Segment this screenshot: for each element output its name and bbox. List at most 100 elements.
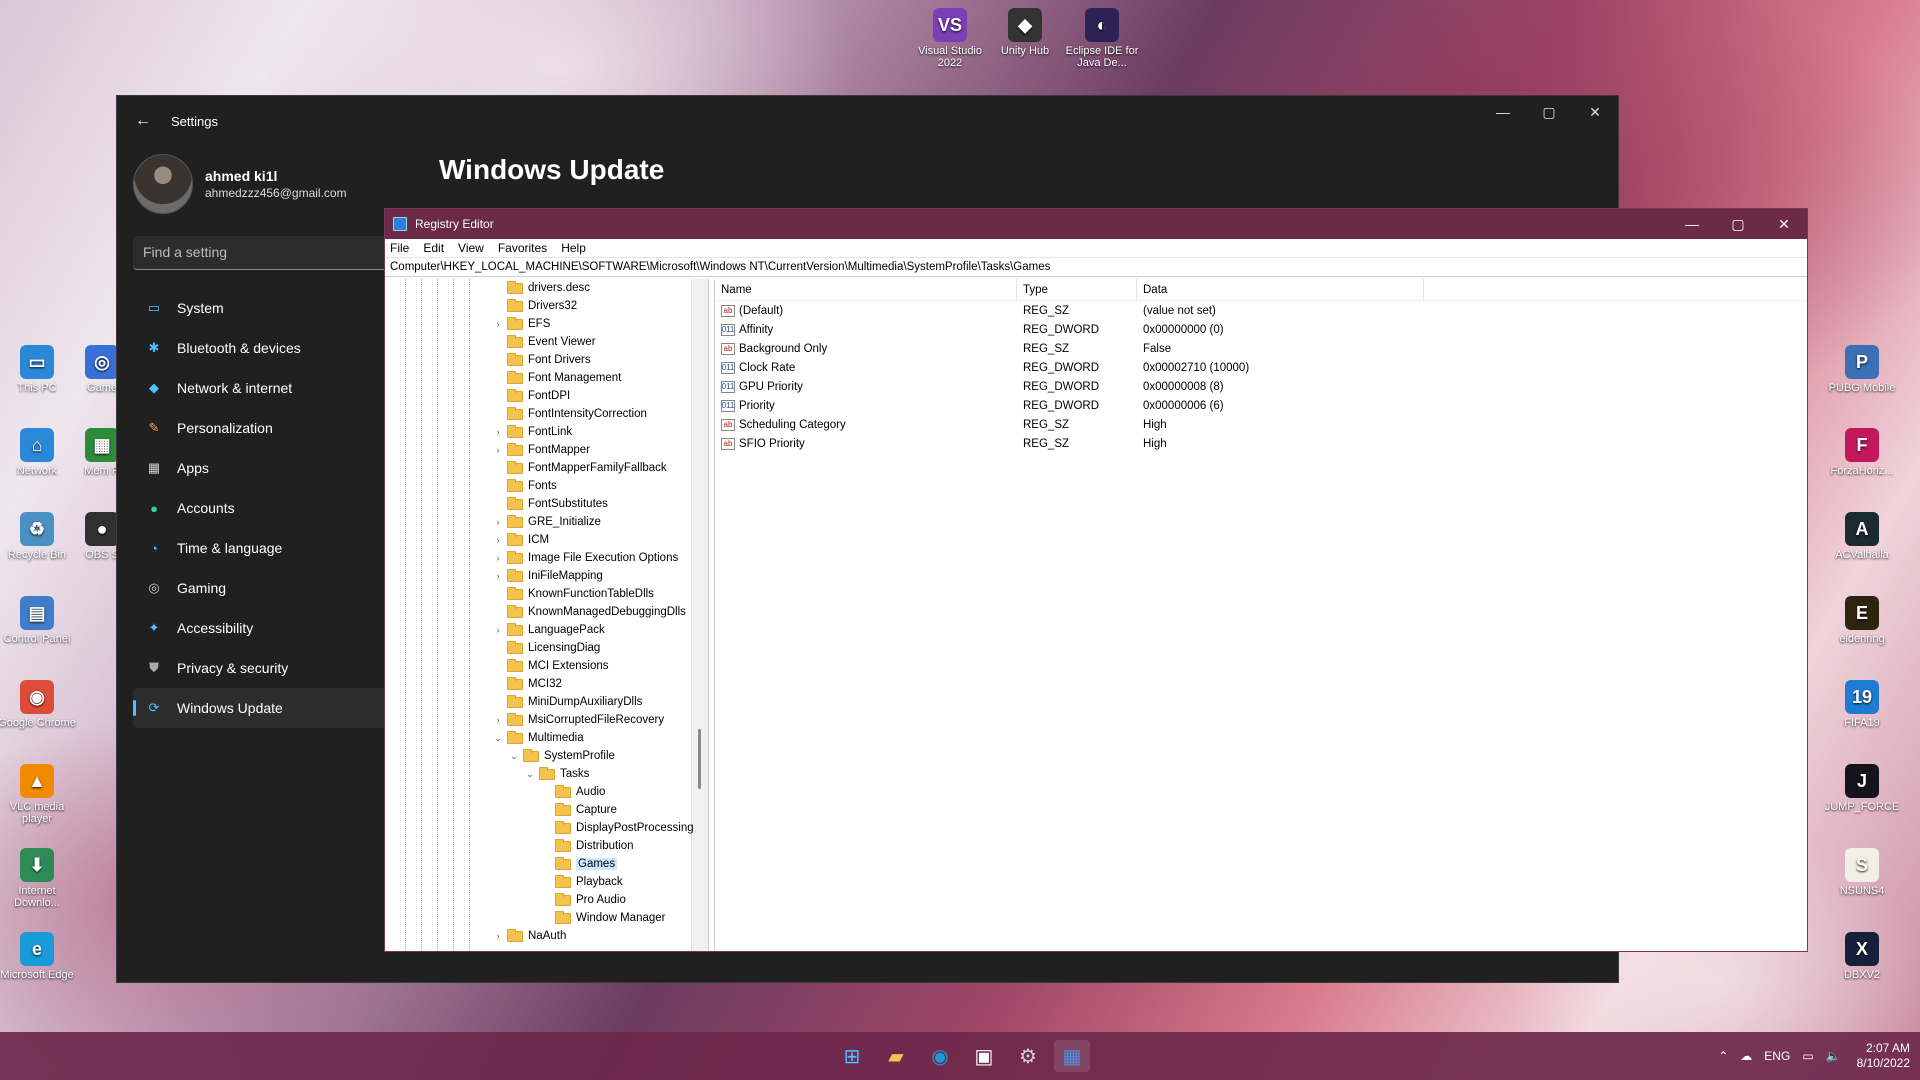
close-icon[interactable]: ✕ (1761, 209, 1807, 239)
minimize-icon[interactable]: — (1669, 209, 1715, 239)
language-indicator[interactable]: ENG (1764, 1049, 1790, 1063)
value-row[interactable]: 011 Affinity REG_DWORD 0x00000000 (0) (715, 320, 1807, 339)
nav-item-windows-update[interactable]: ⟳ Windows Update (133, 688, 395, 728)
expand-chevron-icon[interactable]: › (492, 625, 504, 635)
desktop-icon[interactable]: ◐ Eclipse IDE for Java De... (1062, 8, 1142, 69)
edge-button[interactable]: ◉ (922, 1040, 958, 1072)
desktop-icon[interactable]: e Microsoft Edge (0, 932, 77, 981)
tree-item[interactable]: Pro Audio (540, 891, 626, 909)
nav-item-personalization[interactable]: ✎ Personalization (133, 408, 395, 448)
back-arrow-icon[interactable]: ← (135, 112, 151, 130)
expand-chevron-icon[interactable]: › (492, 571, 504, 581)
tree-item[interactable]: › FontLink (492, 423, 572, 441)
tree-item[interactable]: › NaAuth (492, 927, 566, 945)
value-row[interactable]: ab SFIO Priority REG_SZ High (715, 434, 1807, 453)
nav-item-time-language[interactable]: ◔ Time & language (133, 528, 395, 568)
tree-item[interactable]: › MsiCorruptedFileRecovery (492, 711, 664, 729)
desktop-icon[interactable]: ◆ Unity Hub (985, 8, 1065, 57)
tree-item[interactable]: Event Viewer (492, 333, 596, 351)
tree-item[interactable]: Window Manager (540, 909, 665, 927)
desktop-icon[interactable]: S NSUNS4 (1822, 848, 1902, 897)
desktop-icon[interactable]: F ForzaHoriz... (1822, 428, 1902, 477)
nav-item-apps[interactable]: ▦ Apps (133, 448, 395, 488)
nav-item-gaming[interactable]: ◎ Gaming (133, 568, 395, 608)
tree-item[interactable]: Games (540, 855, 618, 873)
expand-chevron-icon[interactable]: › (492, 553, 504, 563)
chevron-up-icon[interactable]: ⌃ (1718, 1049, 1728, 1063)
tree-item[interactable]: ⌄ Tasks (524, 765, 589, 783)
menu-favorites[interactable]: Favorites (498, 241, 547, 255)
nav-item-accessibility[interactable]: ✦ Accessibility (133, 608, 395, 648)
value-row[interactable]: ab Background Only REG_SZ False (715, 339, 1807, 358)
menu-edit[interactable]: Edit (423, 241, 444, 255)
volume-icon[interactable]: 🔈 (1826, 1049, 1841, 1063)
tree-item[interactable]: KnownFunctionTableDlls (492, 585, 654, 603)
collapse-chevron-icon[interactable]: ⌄ (492, 733, 504, 744)
tree-item[interactable]: ⌄ Multimedia (492, 729, 584, 747)
tree-item[interactable]: FontMapperFamilyFallback (492, 459, 667, 477)
settings-button[interactable]: ⚙ (1010, 1040, 1046, 1072)
column-data-header[interactable]: Data (1137, 279, 1424, 300)
network-icon[interactable]: ▭ (1802, 1049, 1813, 1063)
desktop-icon[interactable]: ▤ Control Panel (0, 596, 77, 645)
column-name-header[interactable]: Name (715, 279, 1017, 300)
tree-item[interactable]: ⌄ SystemProfile (508, 747, 615, 765)
start-button[interactable]: ⊞ (834, 1040, 870, 1072)
maximize-icon[interactable]: ▢ (1715, 209, 1761, 239)
tree-item[interactable]: FontDPI (492, 387, 570, 405)
file-explorer-button[interactable]: ▰ (878, 1040, 914, 1072)
scroll-thumb[interactable] (698, 729, 701, 789)
tree-item[interactable]: › Image File Execution Options (492, 549, 678, 567)
desktop-icon[interactable]: ⬇ Internet Downlo... (0, 848, 77, 909)
value-row[interactable]: 011 GPU Priority REG_DWORD 0x00000008 (8) (715, 377, 1807, 396)
desktop-icon[interactable]: X DBXV2 (1822, 932, 1902, 981)
search-input[interactable]: Find a setting (133, 236, 395, 270)
minimize-icon[interactable]: — (1480, 96, 1526, 128)
tree-item[interactable]: Font Drivers (492, 351, 591, 369)
desktop-icon[interactable]: J JUMP_FORCE (1822, 764, 1902, 813)
tree-item[interactable]: Fonts (492, 477, 557, 495)
desktop-icon[interactable]: ▲ VLC media player (0, 764, 77, 825)
nav-item-network-internet[interactable]: ◆ Network & internet (133, 368, 395, 408)
tree-item[interactable]: › LanguagePack (492, 621, 605, 639)
address-bar[interactable]: Computer\HKEY_LOCAL_MACHINE\SOFTWARE\Mic… (385, 257, 1807, 277)
user-profile[interactable]: ahmed ki1l ahmedzzz456@gmail.com (133, 154, 347, 214)
clock[interactable]: 2:07 AM 8/10/2022 (1857, 1041, 1910, 1071)
tree-item[interactable]: KnownManagedDebuggingDlls (492, 603, 686, 621)
tree-item[interactable]: MiniDumpAuxiliaryDlls (492, 693, 642, 711)
tree-item[interactable]: › ICM (492, 531, 549, 549)
tree-item[interactable]: Distribution (540, 837, 634, 855)
desktop-icon[interactable]: A ACValhalla (1822, 512, 1902, 561)
tree-item[interactable]: FontSubstitutes (492, 495, 608, 513)
collapse-chevron-icon[interactable]: ⌄ (508, 751, 520, 762)
regedit-button[interactable]: ▦ (1054, 1040, 1090, 1072)
value-row[interactable]: 011 Priority REG_DWORD 0x00000006 (6) (715, 396, 1807, 415)
tree-item[interactable]: drivers.desc (492, 279, 590, 297)
desktop-icon[interactable]: ◉ Google Chrome (0, 680, 77, 729)
menu-view[interactable]: View (458, 241, 484, 255)
tree-item[interactable]: MCI32 (492, 675, 562, 693)
store-button[interactable]: ▣ (966, 1040, 1002, 1072)
desktop-icon[interactable]: P PUBG Mobile (1822, 345, 1902, 394)
tree-item[interactable]: › GRE_Initialize (492, 513, 601, 531)
value-row[interactable]: ab (Default) REG_SZ (value not set) (715, 301, 1807, 320)
tree-item[interactable]: › IniFileMapping (492, 567, 603, 585)
tree-item[interactable]: Drivers32 (492, 297, 577, 315)
nav-item-accounts[interactable]: ● Accounts (133, 488, 395, 528)
tree-item[interactable]: Capture (540, 801, 617, 819)
tree-item[interactable]: Audio (540, 783, 605, 801)
onedrive-cloud-icon[interactable]: ☁ (1740, 1049, 1752, 1063)
maximize-icon[interactable]: ▢ (1526, 96, 1572, 128)
desktop-icon[interactable]: Eeldenring (1822, 596, 1902, 645)
column-type-header[interactable]: Type (1017, 279, 1137, 300)
tree-item[interactable]: › EFS (492, 315, 550, 333)
value-row[interactable]: ab Scheduling Category REG_SZ High (715, 415, 1807, 434)
expand-chevron-icon[interactable]: › (492, 319, 504, 329)
collapse-chevron-icon[interactable]: ⌄ (524, 769, 536, 780)
tree-item[interactable]: FontIntensityCorrection (492, 405, 647, 423)
tree-item[interactable]: MCI Extensions (492, 657, 609, 675)
expand-chevron-icon[interactable]: › (492, 931, 504, 941)
tree-item[interactable]: Playback (540, 873, 623, 891)
nav-item-system[interactable]: ▭ System (133, 288, 395, 328)
expand-chevron-icon[interactable]: › (492, 517, 504, 527)
